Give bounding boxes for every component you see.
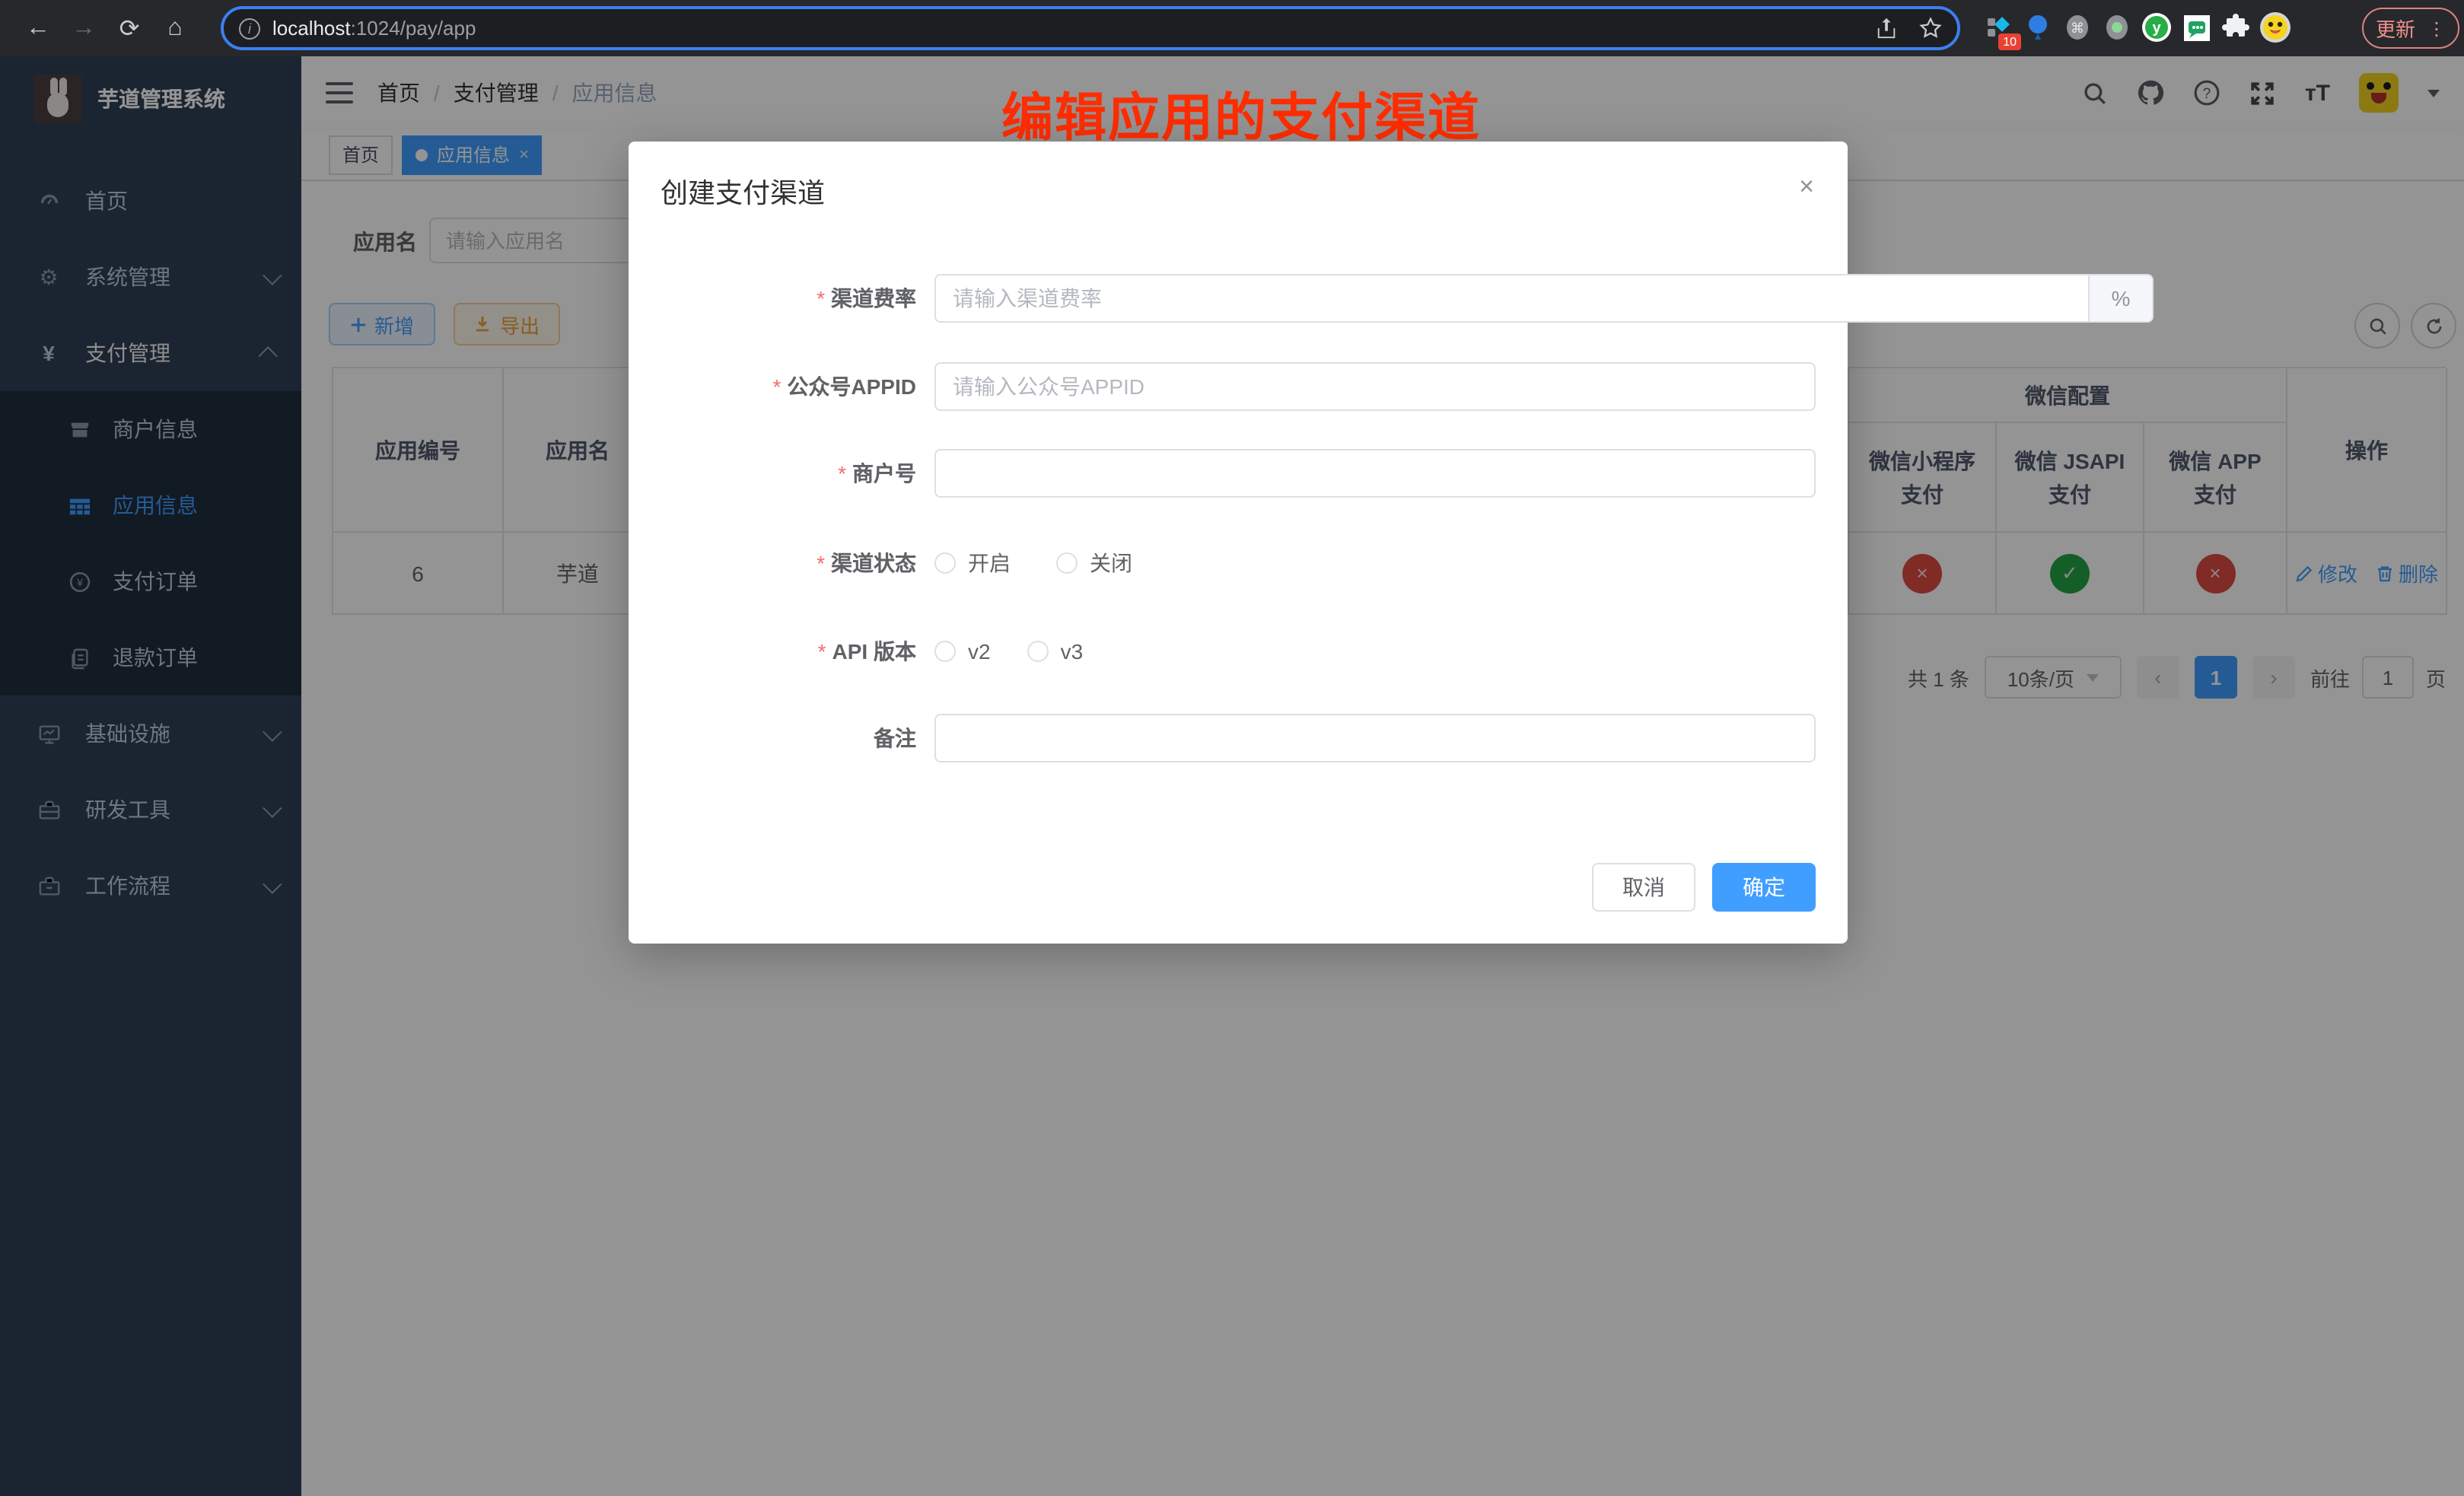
url-path: :1024/pay/app <box>351 17 476 40</box>
label-text: API 版本 <box>832 636 916 667</box>
radio-label: 开启 <box>968 548 1011 578</box>
radio-api-v3[interactable]: v3 <box>1027 639 1084 664</box>
merchant-input[interactable] <box>934 449 1816 498</box>
extension-dot-icon[interactable] <box>2097 8 2137 47</box>
label-text: 渠道状态 <box>831 548 916 578</box>
extension-balloon-icon[interactable] <box>2018 8 2058 47</box>
merchant-label: * 商户号 <box>629 449 916 498</box>
radio-api-v2[interactable]: v2 <box>934 639 991 664</box>
dialog-title: 创建支付渠道 <box>661 172 825 212</box>
extension-command-icon[interactable]: ⌘ <box>2058 8 2097 47</box>
reload-icon[interactable]: ⟳ <box>107 5 152 51</box>
radio-circle-icon <box>1056 552 1078 574</box>
browser-update-button[interactable]: 更新 ⋮ <box>2362 8 2459 49</box>
back-icon[interactable]: ← <box>15 5 61 51</box>
required-mark: * <box>773 374 782 399</box>
screen: ← → ⟳ ⌂ i localhost :1024/pay/app 10 ⌘ <box>0 0 2464 1496</box>
radio-circle-icon <box>934 641 956 662</box>
extensions-cluster: 10 ⌘ y <box>1979 8 2295 47</box>
radio-circle-icon <box>934 552 956 574</box>
svg-text:⌘: ⌘ <box>2071 21 2084 36</box>
close-icon[interactable]: × <box>1799 172 1814 202</box>
address-bar[interactable]: i localhost :1024/pay/app <box>221 6 1960 50</box>
radio-circle-icon <box>1027 641 1049 662</box>
radio-label: v3 <box>1061 639 1084 664</box>
browser-menu-icon[interactable]: ⋮ <box>2427 18 2446 39</box>
extension-chat-icon[interactable] <box>2176 8 2216 47</box>
channel-status-label: * 渠道状态 <box>629 539 916 587</box>
label-text: 公众号APPID <box>787 371 916 402</box>
svg-text:y: y <box>2152 20 2161 37</box>
rate-input[interactable] <box>934 274 2090 323</box>
annotation-title: 编辑应用的支付渠道 <box>1001 76 1481 151</box>
appid-input[interactable] <box>934 362 1816 411</box>
radio-status-disable[interactable]: 关闭 <box>1056 548 1132 578</box>
label-text: 渠道费率 <box>831 283 916 314</box>
bookmark-star-icon[interactable] <box>1919 17 1942 40</box>
forward-icon[interactable]: → <box>61 5 107 51</box>
percent-suffix: % <box>2090 274 2154 323</box>
url-host: localhost <box>272 17 351 40</box>
confirm-button[interactable]: 确定 <box>1712 863 1816 912</box>
site-info-icon[interactable]: i <box>239 18 260 39</box>
extension-y-icon[interactable]: y <box>2137 8 2176 47</box>
extension-diamond-icon[interactable]: 10 <box>1979 8 2018 47</box>
radio-label: v2 <box>968 639 991 664</box>
radio-label: 关闭 <box>1090 548 1132 578</box>
rate-label: * 渠道费率 <box>629 274 916 323</box>
label-text: 商户号 <box>852 458 916 489</box>
label-text: 备注 <box>874 723 916 753</box>
share-icon[interactable] <box>1875 17 1898 40</box>
radio-status-enable[interactable]: 开启 <box>934 548 1011 578</box>
appid-label: * 公众号APPID <box>629 362 916 411</box>
remark-input[interactable] <box>934 714 1816 762</box>
profile-emoji-icon[interactable] <box>2255 8 2295 47</box>
create-pay-channel-dialog: 创建支付渠道 × * 渠道费率 % * 公众号APPID * <box>629 142 1848 944</box>
required-mark: * <box>817 551 825 575</box>
home-icon[interactable]: ⌂ <box>152 5 198 51</box>
update-label: 更新 <box>2376 14 2415 43</box>
remark-label: 备注 <box>629 714 916 762</box>
browser-toolbar: ← → ⟳ ⌂ i localhost :1024/pay/app 10 ⌘ <box>0 0 2464 56</box>
required-mark: * <box>818 639 826 664</box>
cancel-button[interactable]: 取消 <box>1592 863 1695 912</box>
required-mark: * <box>838 461 846 485</box>
api-version-label: * API 版本 <box>629 627 916 676</box>
required-mark: * <box>817 286 825 310</box>
extensions-puzzle-icon[interactable] <box>2216 8 2255 47</box>
